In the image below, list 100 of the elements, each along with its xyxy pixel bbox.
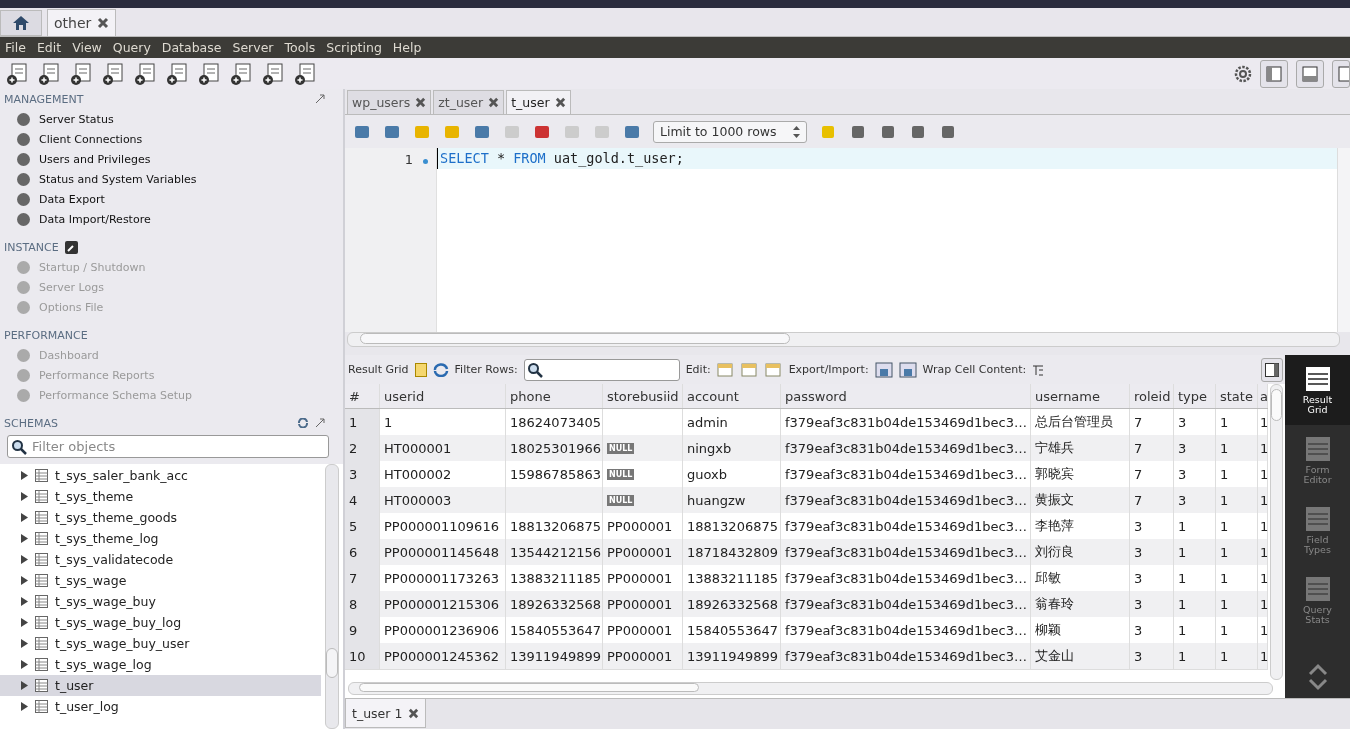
expand-arrow-icon[interactable] (20, 555, 28, 564)
sidebar-item[interactable]: Users and Privileges (0, 149, 343, 169)
table-node[interactable]: t_sys_wage_buy (0, 591, 321, 612)
column-header[interactable]: password (781, 384, 1031, 408)
close-icon[interactable] (408, 707, 420, 719)
menu-item[interactable]: Query (107, 40, 157, 55)
expand-arrow-icon[interactable] (20, 492, 28, 501)
null-badge: NULL (607, 442, 635, 454)
sidebar-toggle-button[interactable] (1260, 59, 1288, 88)
column-header[interactable]: state (1216, 384, 1258, 408)
table-node[interactable]: t_sys_wage_buy_log (0, 612, 321, 633)
menu-item[interactable]: File (0, 40, 32, 55)
refresh-icon[interactable] (432, 362, 449, 377)
expand-arrow-icon[interactable] (20, 576, 28, 585)
app-tab[interactable]: other (47, 9, 117, 36)
table-node[interactable]: t_sys_wage_log (0, 654, 321, 675)
menu-item[interactable]: Database (156, 40, 228, 55)
expand-arrow-icon[interactable] (20, 681, 28, 690)
column-header[interactable]: username (1031, 384, 1130, 408)
menu-item[interactable]: Server (227, 40, 280, 55)
table-cell: ningxb (683, 435, 781, 461)
import-icon[interactable] (898, 361, 917, 378)
sidebar-item[interactable]: Client Connections (0, 129, 343, 149)
column-header[interactable]: type (1174, 384, 1216, 408)
sidebar-item[interactable]: Status and System Variables (0, 169, 343, 189)
settings-icon[interactable] (1234, 64, 1252, 83)
expand-arrow-icon[interactable] (20, 660, 28, 669)
query-tab[interactable]: wp_users (347, 90, 432, 114)
output-toggle-button[interactable] (1296, 59, 1324, 88)
column-header[interactable]: phone (506, 384, 603, 408)
limit-select[interactable]: Limit to 1000 rows (653, 120, 807, 143)
section-title: MANAGEMENT (4, 92, 84, 106)
scrollbar[interactable] (1337, 148, 1350, 332)
close-icon[interactable] (554, 97, 566, 108)
scrollbar[interactable] (348, 682, 1273, 695)
side-panel-button[interactable]: Field Types (1285, 495, 1350, 565)
query-tab[interactable]: t_user (506, 90, 571, 114)
table-node[interactable]: t_sys_saler_bank_acc (0, 465, 321, 486)
refresh-icon[interactable] (297, 418, 309, 428)
table-cell: 1 (1216, 435, 1258, 461)
export-icon[interactable] (874, 361, 893, 378)
home-icon (12, 15, 30, 31)
table-node[interactable]: t_sys_theme (0, 486, 321, 507)
item-icon (16, 131, 31, 147)
expand-icon[interactable] (315, 418, 325, 428)
table-cell: huangzw (683, 487, 781, 513)
sidebar-item[interactable]: Data Import/Restore (0, 209, 343, 229)
side-panel-button[interactable]: Form Editor (1285, 425, 1350, 495)
column-header[interactable]: userid (380, 384, 506, 408)
table-node[interactable]: t_user_log (0, 696, 321, 717)
table-cell: PP000001145648 (380, 539, 506, 565)
scrollbar[interactable] (1270, 384, 1283, 680)
column-header[interactable]: a (1258, 384, 1268, 408)
table-node[interactable]: t_user (0, 675, 321, 696)
filter-rows-field[interactable] (523, 358, 680, 381)
close-icon[interactable] (97, 17, 110, 29)
menu-item[interactable]: View (67, 40, 108, 55)
expand-arrow-icon[interactable] (20, 618, 28, 627)
sidebar-item[interactable]: Server Status (0, 109, 343, 129)
close-icon[interactable] (488, 97, 500, 108)
item-icon (16, 111, 31, 127)
column-header[interactable]: roleid (1130, 384, 1174, 408)
expand-arrow-icon[interactable] (20, 471, 28, 480)
table-cell: 3 (1130, 643, 1174, 669)
scrollbar[interactable] (347, 332, 1340, 347)
column-header[interactable]: account (683, 384, 781, 408)
item-icon (16, 191, 31, 207)
secondary-sidebar-toggle-button[interactable] (1332, 59, 1350, 88)
result-tab[interactable]: t_user 1 (345, 699, 427, 728)
expand-arrow-icon[interactable] (20, 639, 28, 648)
sidebar-item[interactable]: Data Export (0, 189, 343, 209)
scrollbar[interactable] (325, 464, 339, 729)
table-node[interactable]: t_sys_validatecode (0, 549, 321, 570)
menu-item[interactable]: Edit (31, 40, 68, 55)
filter-field[interactable]: Filter objects (7, 435, 329, 458)
expand-arrow-icon[interactable] (20, 534, 28, 543)
table-node[interactable]: t_sys_theme_log (0, 528, 321, 549)
table-node[interactable]: t_sys_wage_buy_user (0, 633, 321, 654)
side-panel-button[interactable]: Query Stats (1285, 565, 1350, 635)
expand-arrow-icon[interactable] (20, 513, 28, 522)
close-icon[interactable] (415, 97, 427, 108)
column-header[interactable]: # (345, 384, 380, 408)
menu-item[interactable]: Tools (279, 40, 322, 55)
expand-arrow-icon[interactable] (20, 702, 28, 711)
panel-toggle-button[interactable] (1261, 357, 1283, 382)
table-node[interactable]: t_sys_theme_goods (0, 507, 321, 528)
side-panel-button[interactable]: Result Grid (1285, 355, 1350, 425)
table-cell: 1 (1216, 643, 1258, 669)
column-header[interactable]: storebusiid (603, 384, 683, 408)
menu-item[interactable]: Scripting (321, 40, 388, 55)
expand-arrow-icon[interactable] (20, 597, 28, 606)
query-tab[interactable]: zt_user (433, 90, 505, 114)
new-sql-icon[interactable] (6, 61, 30, 86)
table-node[interactable]: t_sys_wage (0, 570, 321, 591)
expand-icon[interactable] (315, 94, 325, 104)
item-icon (16, 171, 31, 187)
home-tab[interactable] (0, 10, 42, 36)
collapse-arrows-icon[interactable] (1306, 662, 1329, 692)
bottom-panel-icon (1302, 65, 1318, 82)
menu-item[interactable]: Help (387, 40, 428, 55)
